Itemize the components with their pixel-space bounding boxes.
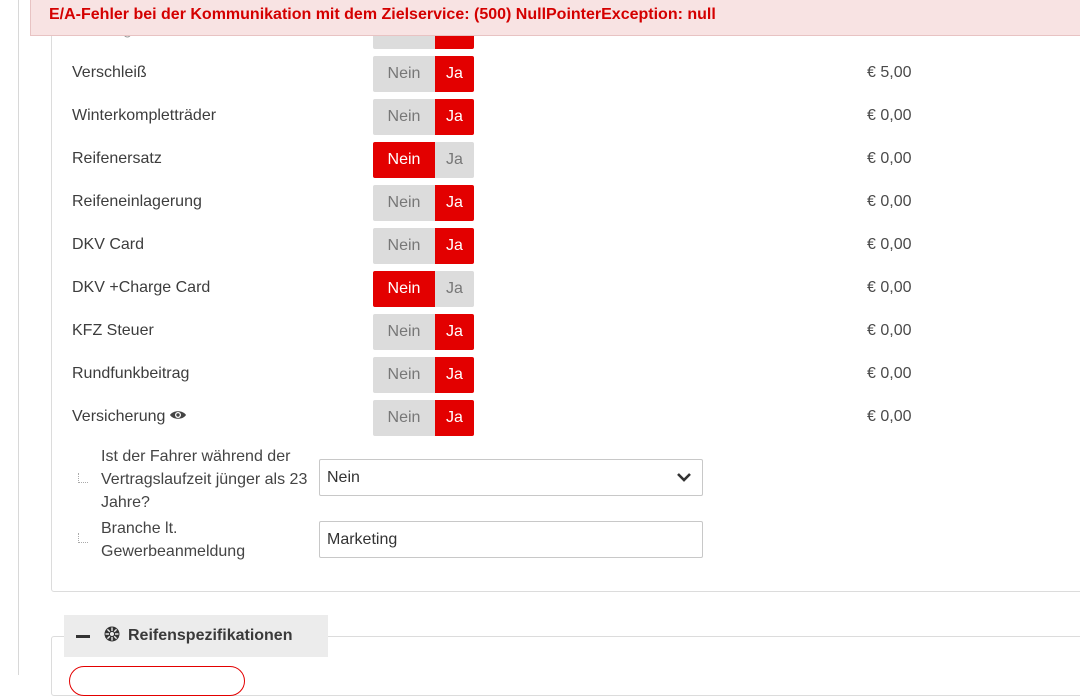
toggle-nein-button[interactable]: Nein [373, 228, 435, 264]
eye-icon[interactable] [169, 408, 187, 426]
option-row: Rundfunkbeitrag Nein Ja € 0,00 [0, 356, 1080, 394]
option-label-text: DKV Card [72, 236, 145, 253]
toggle-nein-button[interactable]: Nein [373, 56, 435, 92]
driver-age-value: Nein [327, 469, 360, 486]
branche-input[interactable]: Marketing [319, 521, 703, 558]
option-label: DKV +Charge Card [72, 279, 210, 297]
option-label-text: Reifenersatz [72, 150, 162, 167]
branche-row: Branche lt. Gewerbeanmeldung Marketing [0, 517, 1080, 565]
option-label-text: Verschleiß [72, 64, 147, 81]
option-row: Verschleiß Nein Ja € 5,00 [0, 55, 1080, 93]
option-price: € 0,00 [867, 236, 912, 253]
option-price: € 0,00 [867, 193, 912, 210]
option-row: Winterkompletträder Nein Ja € 0,00 [0, 98, 1080, 136]
option-toggle: Nein Ja [373, 185, 474, 221]
option-price: € 0,00 [867, 322, 912, 339]
option-toggle: Nein Ja [373, 228, 474, 264]
option-price: € 5,00 [867, 64, 912, 81]
option-price: € 0,00 [867, 408, 912, 425]
toggle-nein-button[interactable]: Nein [373, 185, 435, 221]
driver-age-row: Ist der Fahrer während der Vertragslaufz… [0, 445, 1080, 515]
error-banner: E/A-Fehler bei der Kommunikation mit dem… [30, 0, 1080, 36]
option-toggle: Nein Ja [373, 271, 474, 307]
branche-value: Marketing [327, 531, 398, 548]
option-toggle: Nein Ja [373, 357, 474, 393]
option-label: DKV Card [72, 236, 144, 254]
option-row: DKV +Charge Card Nein Ja € 0,00 [0, 270, 1080, 308]
option-row: Versicherung Nein Ja € 0,00 [0, 399, 1080, 437]
option-toggle: Nein Ja [373, 142, 474, 178]
tree-branch-icon [78, 533, 88, 543]
option-label-text: Rundfunkbeitrag [72, 365, 190, 382]
option-label: Reifenersatz [72, 150, 162, 168]
option-price: € 0,00 [867, 107, 912, 124]
option-label-text: Versicherung [72, 408, 166, 426]
toggle-nein-button[interactable]: Nein [373, 142, 435, 178]
toggle-nein-button[interactable]: Nein [373, 357, 435, 393]
option-price: € 0,00 [867, 365, 912, 382]
toggle-ja-button[interactable]: Ja [435, 142, 474, 178]
toggle-ja-button[interactable]: Ja [435, 271, 474, 307]
option-toggle: Nein Ja [373, 99, 474, 135]
driver-age-label: Ist der Fahrer während der Vertragslaufz… [101, 448, 308, 511]
option-toggle: Nein Ja [373, 314, 474, 350]
toggle-ja-button[interactable]: Ja [435, 99, 474, 135]
branche-label: Branche lt. Gewerbeanmeldung [101, 520, 246, 560]
option-row: DKV Card Nein Ja € 0,00 [0, 227, 1080, 265]
minus-icon[interactable] [76, 634, 90, 638]
option-label-text: DKV +Charge Card [72, 279, 211, 296]
option-label-text: Winterkompletträder [72, 107, 217, 124]
option-label: Rundfunkbeitrag [72, 365, 189, 383]
option-label: Verschleiß [72, 64, 147, 82]
tree-branch-icon [78, 473, 88, 483]
chevron-down-icon [676, 470, 692, 488]
option-label: Reifeneinlagerung [72, 193, 202, 211]
toggle-nein-button[interactable]: Nein [373, 400, 435, 436]
option-toggle: Nein Ja [373, 400, 474, 436]
option-row: Reifeneinlagerung Nein Ja € 0,00 [0, 184, 1080, 222]
tire-section-title: Reifenspezifikationen [128, 627, 293, 644]
option-row: Reifenersatz Nein Ja € 0,00 [0, 141, 1080, 179]
toggle-ja-button[interactable]: Ja [435, 357, 474, 393]
option-label-text: KFZ Steuer [72, 322, 154, 339]
tire-action-button[interactable] [69, 666, 245, 696]
option-toggle: Nein Ja [373, 56, 474, 92]
toggle-ja-button[interactable]: Ja [435, 314, 474, 350]
toggle-ja-button[interactable]: Ja [435, 228, 474, 264]
option-label: Versicherung [72, 408, 187, 426]
driver-age-select[interactable]: Nein [319, 459, 703, 496]
toggle-ja-button[interactable]: Ja [435, 56, 474, 92]
option-label: Winterkompletträder [72, 107, 216, 125]
option-label-text: Reifeneinlagerung [72, 193, 202, 210]
option-price: € 0,00 [867, 279, 912, 296]
option-row: KFZ Steuer Nein Ja € 0,00 [0, 313, 1080, 351]
tire-icon [104, 626, 120, 647]
tire-section-header[interactable]: Reifenspezifikationen [64, 615, 328, 657]
option-label: KFZ Steuer [72, 322, 154, 340]
toggle-nein-button[interactable]: Nein [373, 314, 435, 350]
toggle-nein-button[interactable]: Nein [373, 271, 435, 307]
toggle-ja-button[interactable]: Ja [435, 185, 474, 221]
toggle-nein-button[interactable]: Nein [373, 99, 435, 135]
toggle-ja-button[interactable]: Ja [435, 400, 474, 436]
option-price: € 0,00 [867, 150, 912, 167]
